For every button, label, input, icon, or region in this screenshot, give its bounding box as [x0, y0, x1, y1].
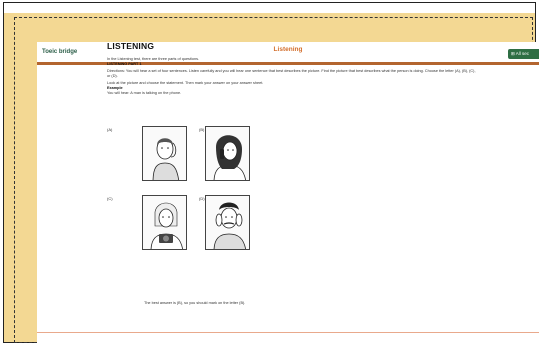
you-will-hear-text: You will hear: A man is talking on the p…	[107, 91, 182, 95]
woman-on-phone-picture	[205, 126, 250, 181]
picture-b-label: (B)	[199, 127, 205, 132]
listening-heading: LISTENING	[107, 41, 155, 51]
content: LISTENING In the Listening test, there a…	[107, 41, 477, 96]
bottom-rule	[37, 332, 539, 333]
picture-a-label: (A)	[107, 127, 113, 132]
picture-c-label: (C)	[107, 196, 113, 201]
all-sections-button[interactable]: ⊞ All sec	[508, 49, 539, 59]
all-sections-label: All sec	[515, 51, 530, 56]
man-thinking-picture	[142, 126, 187, 181]
answer-note: The best answer is (B), so you should ma…	[144, 301, 246, 305]
woman-with-camera-picture	[142, 195, 187, 250]
pictures-grid: (A) (B) (C) (D)	[107, 124, 257, 274]
man-covering-ears-picture	[205, 195, 250, 250]
directions-text: Directions: You will hear a set of four …	[107, 69, 476, 78]
picture-d-label: (D)	[199, 196, 205, 201]
